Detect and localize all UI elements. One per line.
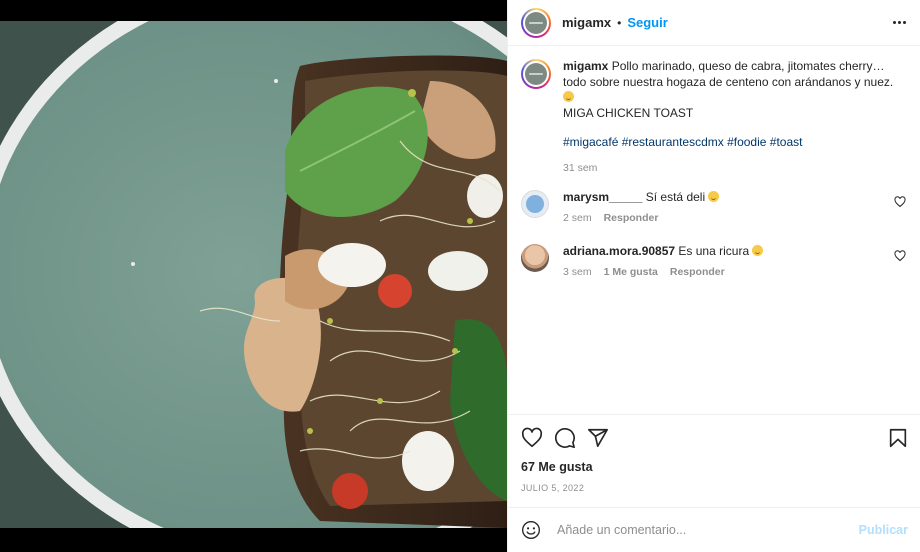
comment-likes-count[interactable]: 1 Me gusta	[604, 265, 658, 280]
caption-title: MIGA CHICKEN TOAST	[563, 105, 694, 120]
bookmark-icon[interactable]	[887, 427, 909, 449]
smile-emoji-icon	[752, 245, 764, 256]
caption-avatar[interactable]	[521, 59, 551, 89]
post-media[interactable]	[0, 0, 507, 552]
caption-age: 31 sem	[563, 161, 598, 174]
comment-text: Es una ricura	[678, 244, 750, 258]
caption-hashtags[interactable]: #migacafé #restaurantescdmx #foodie #toa…	[563, 135, 903, 151]
comment-like-heart-icon[interactable]	[894, 196, 906, 208]
comment-age: 3 sem	[563, 266, 592, 278]
reply-button[interactable]: Responder	[670, 265, 725, 280]
comment-like-heart-icon[interactable]	[894, 250, 906, 262]
comment-item: marysm_____ Sí está deli 2 sem Responder	[521, 190, 906, 226]
likes-count[interactable]: 67 Me gusta	[521, 460, 593, 474]
more-options-icon[interactable]	[890, 21, 908, 24]
comments-section[interactable]: migamx Pollo marinado, queso de cabra, j…	[508, 46, 920, 414]
caption-text: Pollo marinado, queso de cabra, jitomate…	[563, 59, 894, 89]
emoji-picker-icon[interactable]	[521, 520, 541, 540]
comment-username[interactable]: marysm_____	[563, 190, 642, 204]
caption-username[interactable]: migamx	[563, 59, 608, 73]
commenter-avatar[interactable]	[521, 190, 549, 218]
post-actions: 67 Me gusta JULIO 5, 2022	[508, 414, 920, 504]
reply-button[interactable]: Responder	[604, 211, 659, 226]
comment-icon[interactable]	[554, 427, 576, 449]
publish-button[interactable]: Publicar	[859, 523, 908, 537]
separator-dot: •	[617, 15, 622, 30]
post-photo	[0, 21, 507, 528]
smile-emoji-icon	[563, 91, 574, 102]
post-date: JULIO 5, 2022	[521, 483, 585, 493]
comment-text: Sí está deli	[645, 190, 706, 204]
comment-username[interactable]: adriana.mora.90857	[563, 244, 675, 258]
author-avatar[interactable]	[521, 7, 551, 38]
comment-input[interactable]	[555, 522, 859, 538]
author-username[interactable]: migamx	[562, 15, 611, 30]
comment-item: adriana.mora.90857 Es una ricura 3 sem 1…	[521, 244, 906, 280]
follow-button[interactable]: Seguir	[627, 15, 667, 30]
add-comment-bar: Publicar	[508, 507, 920, 552]
share-icon[interactable]	[587, 427, 609, 449]
commenter-avatar[interactable]	[521, 244, 549, 272]
post-header: migamx • Seguir	[508, 0, 920, 46]
comment-age: 2 sem	[563, 212, 592, 224]
heart-icon[interactable]	[521, 427, 543, 449]
smile-emoji-icon	[708, 191, 720, 202]
post-panel: migamx • Seguir migamx Pollo marinado, q…	[507, 0, 920, 552]
post-caption: migamx Pollo marinado, queso de cabra, j…	[521, 59, 906, 176]
